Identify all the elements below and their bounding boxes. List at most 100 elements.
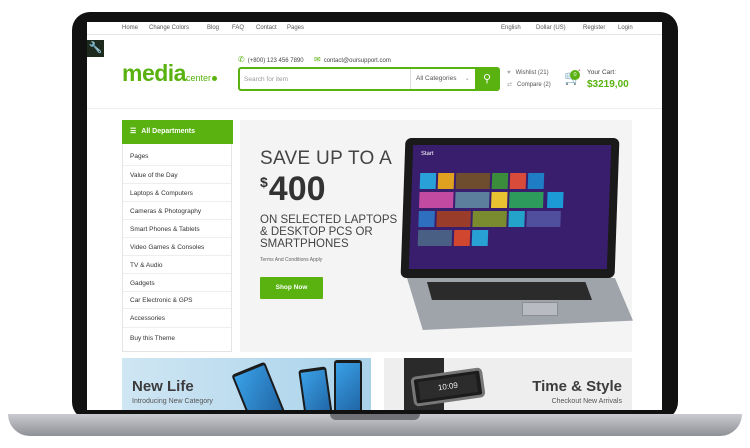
tile [472,211,507,227]
laptop-screen: Start [408,145,612,269]
hero-terms: Terms And Conditions Apply [260,257,323,263]
compare-icon: ⇄ [507,82,513,88]
sidebar-item-car-electronic[interactable]: Car Electronic & GPS [130,297,230,304]
language-select[interactable]: English [501,25,521,31]
nav-home[interactable]: Home [122,25,138,31]
promo-subtitle: Checkout New Arrivals [551,398,622,405]
divider [123,291,231,292]
contact-email[interactable]: ✉ contact@oursupport.com [314,55,391,64]
hero-amount: 400 [268,170,326,208]
tile [453,230,471,246]
sidebar-item-smartphones[interactable]: Smart Phones & Tablets [130,226,230,233]
tile [527,173,545,189]
search-bar: All Categories ⌄ ⚲ [238,67,500,91]
hero-banner[interactable]: SAVE UP TO A $400 ON SELECTED LAPTOPS & … [240,120,633,352]
divider [123,183,231,184]
contact-phone: ✆ (+800) 123 456 7890 [238,55,304,64]
sidebar-item-buy-theme[interactable]: Buy this Theme [130,335,230,342]
category-dropdown[interactable]: All Categories ⌄ [410,69,476,89]
site-logo[interactable]: mediacenter [122,60,217,87]
sidebar-item-accessories[interactable]: Accessories [130,315,230,322]
tile [417,230,453,246]
shop-now-button[interactable]: Shop Now [260,277,323,299]
currency-select[interactable]: Dollar (US) [536,25,566,31]
device-mockup: Home Change Colors Blog FAQ Contact Page… [0,0,750,448]
promo-title: Time & Style [532,378,622,395]
register-link[interactable]: Register [583,25,605,31]
nav-pages[interactable]: Pages [287,25,304,31]
tile [437,173,455,189]
cart-count-badge: 0 [570,70,580,80]
tile [526,211,561,227]
login-link[interactable]: Login [618,25,633,31]
tile [419,173,437,189]
divider [123,308,231,309]
top-nav: Home Change Colors Blog FAQ Contact Page… [87,22,662,35]
tile [471,230,489,246]
wrench-icon[interactable]: 🔧 [87,40,104,57]
all-departments-header[interactable]: ☰ All Departments [122,120,233,144]
tile [509,192,544,208]
tile [418,211,435,227]
logo-sub-text: center [185,73,211,83]
sidebar-item-gadgets[interactable]: Gadgets [130,280,230,287]
phone-image [231,361,289,410]
all-departments-label: All Departments [141,128,195,135]
laptop-touchpad [522,302,558,316]
divider [123,255,231,256]
sidebar-item-tv-audio[interactable]: TV & Audio [130,262,230,269]
watch-time: 10:09 [418,374,478,400]
divider [123,237,231,238]
heart-icon: ♥ [507,70,511,76]
hero-subline-2: & DESKTOP PCS OR [260,226,373,238]
search-icon: ⚲ [482,73,492,85]
cart-label: Your Cart: [587,69,617,76]
compare-link[interactable]: ⇄ Compare (2) [507,81,551,88]
compare-label: Compare (2) [517,82,551,88]
divider [123,165,231,166]
phone-text: (+800) 123 456 7890 [247,58,304,64]
cart-total[interactable]: $3219,00 [587,79,629,90]
search-input[interactable] [244,73,404,86]
sidebar-item-laptops[interactable]: Laptops & Computers [130,190,230,197]
tile [455,173,491,189]
divider [123,327,231,328]
promo-new-life[interactable]: New Life Introducing New Category [122,358,371,410]
envelope-icon: ✉ [314,55,321,64]
promo-time-style[interactable]: 10:09 Time & Style Checkout New Arrivals [384,358,632,410]
search-button[interactable]: ⚲ [475,68,499,90]
laptop-keyboard [427,282,592,300]
hero-headline: SAVE UP TO A [260,148,393,169]
sidebar-item-value-of-the-day[interactable]: Value of the Day [130,172,230,179]
tile [547,192,564,208]
phone-screen [300,369,332,410]
hero-subline-1: ON SELECTED LAPTOPS [260,214,398,226]
logo-dot [212,76,217,81]
departments-sidebar: ☰ All Departments Pages Value of the Day … [122,120,233,352]
category-label: All Categories [416,75,457,82]
nav-blog[interactable]: Blog [207,25,219,31]
logo-main-text: media [122,60,186,86]
promo-subtitle: Introducing New Category [132,398,213,405]
promo-title: New Life [132,378,194,395]
divider [123,219,231,220]
tile [509,173,527,189]
tile [419,192,454,208]
nav-change-colors[interactable]: Change Colors [149,25,189,31]
chevron-down-icon: ⌄ [464,75,470,82]
sidebar-item-pages[interactable]: Pages [130,153,230,160]
sidebar-item-video-games[interactable]: Video Games & Consoles [130,244,230,251]
website-screen: Home Change Colors Blog FAQ Contact Page… [87,22,662,410]
hero-subline-3: SMARTPHONES [260,238,349,250]
wishlist-label: Wishlist (21) [515,70,549,76]
nav-contact[interactable]: Contact [256,25,277,31]
tile [508,211,525,227]
wishlist-link[interactable]: ♥ Wishlist (21) [507,70,549,76]
phone-image [334,360,362,410]
divider [123,201,231,202]
sidebar-item-cameras[interactable]: Cameras & Photography [130,208,230,215]
header-divider [87,108,662,109]
start-label: Start [420,151,434,157]
nav-faq[interactable]: FAQ [232,25,244,31]
phone-icon: ✆ [238,55,245,64]
